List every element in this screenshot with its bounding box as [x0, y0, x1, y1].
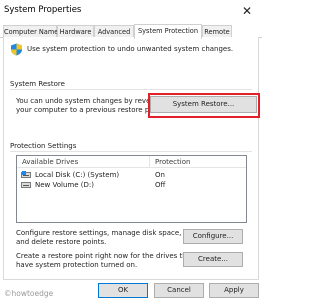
title-bar: System Properties ✕: [0, 0, 262, 24]
create-description-line-2: have system protection turned on.: [16, 261, 138, 269]
column-separator: [149, 156, 150, 168]
drive-icon: [21, 182, 31, 188]
drive-row[interactable]: Local Disk (C:) (System) On: [17, 170, 246, 180]
drives-list-header: Available Drives Protection: [17, 156, 246, 168]
create-description-line-1: Create a restore point right now for the…: [16, 252, 194, 260]
create-button[interactable]: Create...: [183, 252, 243, 267]
configure-button[interactable]: Configure...: [183, 229, 243, 244]
drive-name: New Volume (D:): [35, 181, 94, 189]
system-restore-description-line-1: You can undo system changes by reverting: [16, 97, 167, 105]
close-icon: ✕: [241, 4, 253, 18]
drive-row[interactable]: New Volume (D:) Off: [17, 180, 246, 190]
close-button[interactable]: ✕: [238, 2, 256, 20]
tab-strip: Computer Name Hardware Advanced System P…: [0, 24, 262, 39]
window-title: System Properties: [4, 5, 82, 15]
intro-text: Use system protection to undo unwanted s…: [27, 45, 234, 53]
column-available-drives[interactable]: Available Drives: [22, 158, 78, 166]
system-restore-description-line-2: your computer to a previous restore poin…: [16, 106, 165, 114]
column-protection[interactable]: Protection: [155, 158, 190, 166]
system-restore-group-label: System Restore: [10, 80, 65, 88]
cancel-button[interactable]: Cancel: [154, 283, 204, 298]
shield-icon: [11, 43, 22, 56]
system-restore-divider: [10, 89, 252, 90]
configure-description-line-1: Configure restore settings, manage disk …: [16, 229, 182, 237]
ok-button[interactable]: OK: [98, 283, 148, 298]
drive-protection-status: On: [155, 171, 165, 179]
system-drive-icon: [21, 171, 31, 178]
watermark: ©howtoedge: [4, 289, 54, 298]
tab-system-protection[interactable]: System Protection: [134, 24, 202, 39]
drive-protection-status: Off: [155, 181, 166, 189]
protection-settings-divider: [10, 151, 252, 152]
configure-description-line-2: and delete restore points.: [16, 238, 107, 246]
protection-settings-group-label: Protection Settings: [10, 142, 77, 150]
system-restore-highlight-box: [148, 93, 260, 118]
drive-name: Local Disk (C:) (System): [35, 171, 120, 179]
apply-button[interactable]: Apply: [209, 283, 259, 298]
drives-list[interactable]: Available Drives Protection Local Disk (…: [16, 155, 247, 223]
